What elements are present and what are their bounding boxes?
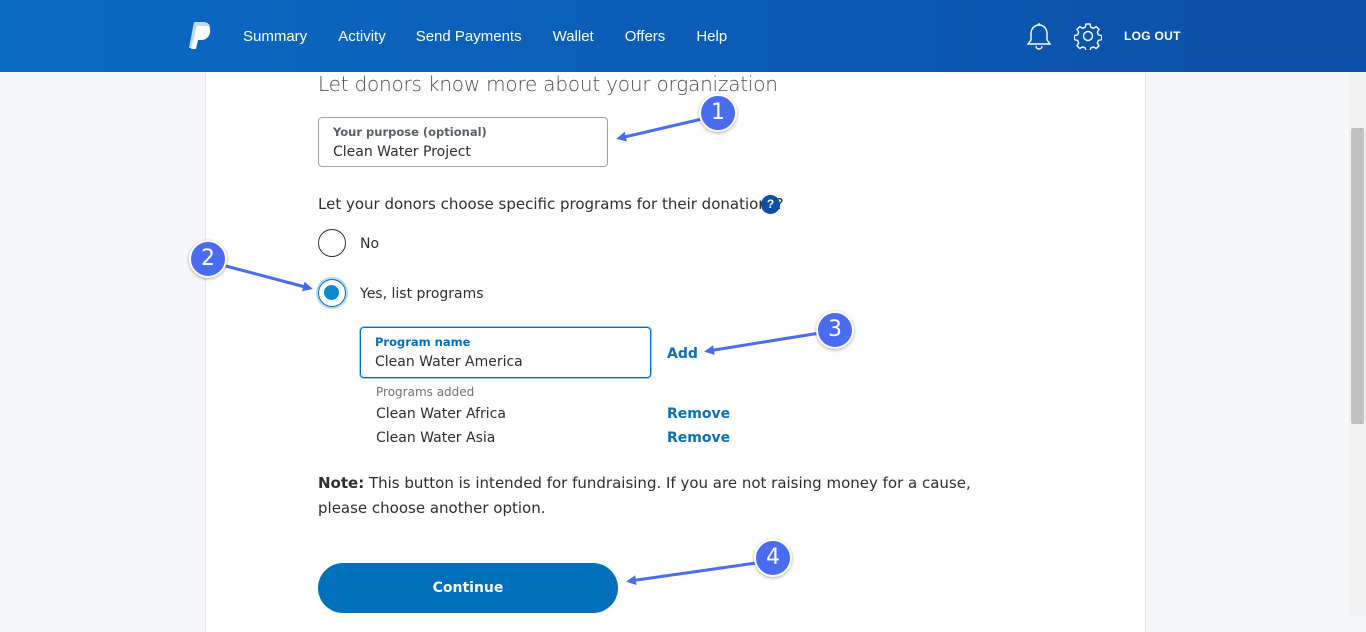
nav-activity[interactable]: Activity <box>338 28 386 45</box>
annotation-badge-3: 3 <box>816 311 854 349</box>
bell-icon[interactable] <box>1026 22 1052 50</box>
nav-offers[interactable]: Offers <box>625 28 666 45</box>
program-name-label: Program name <box>375 335 471 349</box>
fundraising-note: Note: This button is intended for fundra… <box>318 471 1008 521</box>
radio-no-label[interactable]: No <box>360 236 379 252</box>
remove-program-button[interactable]: Remove <box>667 406 730 422</box>
program-item-name: Clean Water Africa <box>376 406 506 422</box>
scrollbar-thumb[interactable] <box>1351 128 1364 424</box>
purpose-field-value[interactable]: Clean Water Project <box>333 144 471 160</box>
nav-summary[interactable]: Summary <box>243 28 307 45</box>
top-navigation-bar: Summary Activity Send Payments Wallet Of… <box>0 0 1366 72</box>
programs-added-title: Programs added <box>376 385 475 399</box>
paypal-logo[interactable] <box>188 20 214 50</box>
program-item-name: Clean Water Asia <box>376 430 496 446</box>
program-name-value[interactable]: Clean Water America <box>375 354 523 370</box>
note-text: This button is intended for fundraising.… <box>318 474 971 517</box>
program-choice-question: Let your donors choose specific programs… <box>318 195 784 213</box>
section-heading: Let donors know more about your organiza… <box>318 72 778 96</box>
nav-help[interactable]: Help <box>696 28 727 45</box>
remove-program-button[interactable]: Remove <box>667 430 730 446</box>
nav-send-payments[interactable]: Send Payments <box>416 28 522 45</box>
radio-yes-label[interactable]: Yes, list programs <box>360 286 484 302</box>
help-icon[interactable]: ? <box>761 195 780 214</box>
radio-yes-list-programs[interactable] <box>318 279 346 307</box>
logout-link[interactable]: LOG OUT <box>1124 29 1181 43</box>
annotation-badge-1: 1 <box>699 94 737 132</box>
annotation-badge-4: 4 <box>754 539 792 577</box>
annotation-badge-2: 2 <box>189 240 227 278</box>
radio-no[interactable] <box>318 229 346 257</box>
continue-button[interactable]: Continue <box>318 563 618 613</box>
purpose-field-label: Your purpose (optional) <box>333 125 487 139</box>
note-label: Note: <box>318 474 365 492</box>
add-program-button[interactable]: Add <box>667 346 698 362</box>
main-nav: Summary Activity Send Payments Wallet Of… <box>243 0 758 72</box>
purpose-field[interactable]: Your purpose (optional) Clean Water Proj… <box>318 117 608 167</box>
program-name-field[interactable]: Program name Clean Water America <box>360 327 651 378</box>
gear-icon[interactable] <box>1074 22 1102 50</box>
nav-wallet[interactable]: Wallet <box>553 28 594 45</box>
